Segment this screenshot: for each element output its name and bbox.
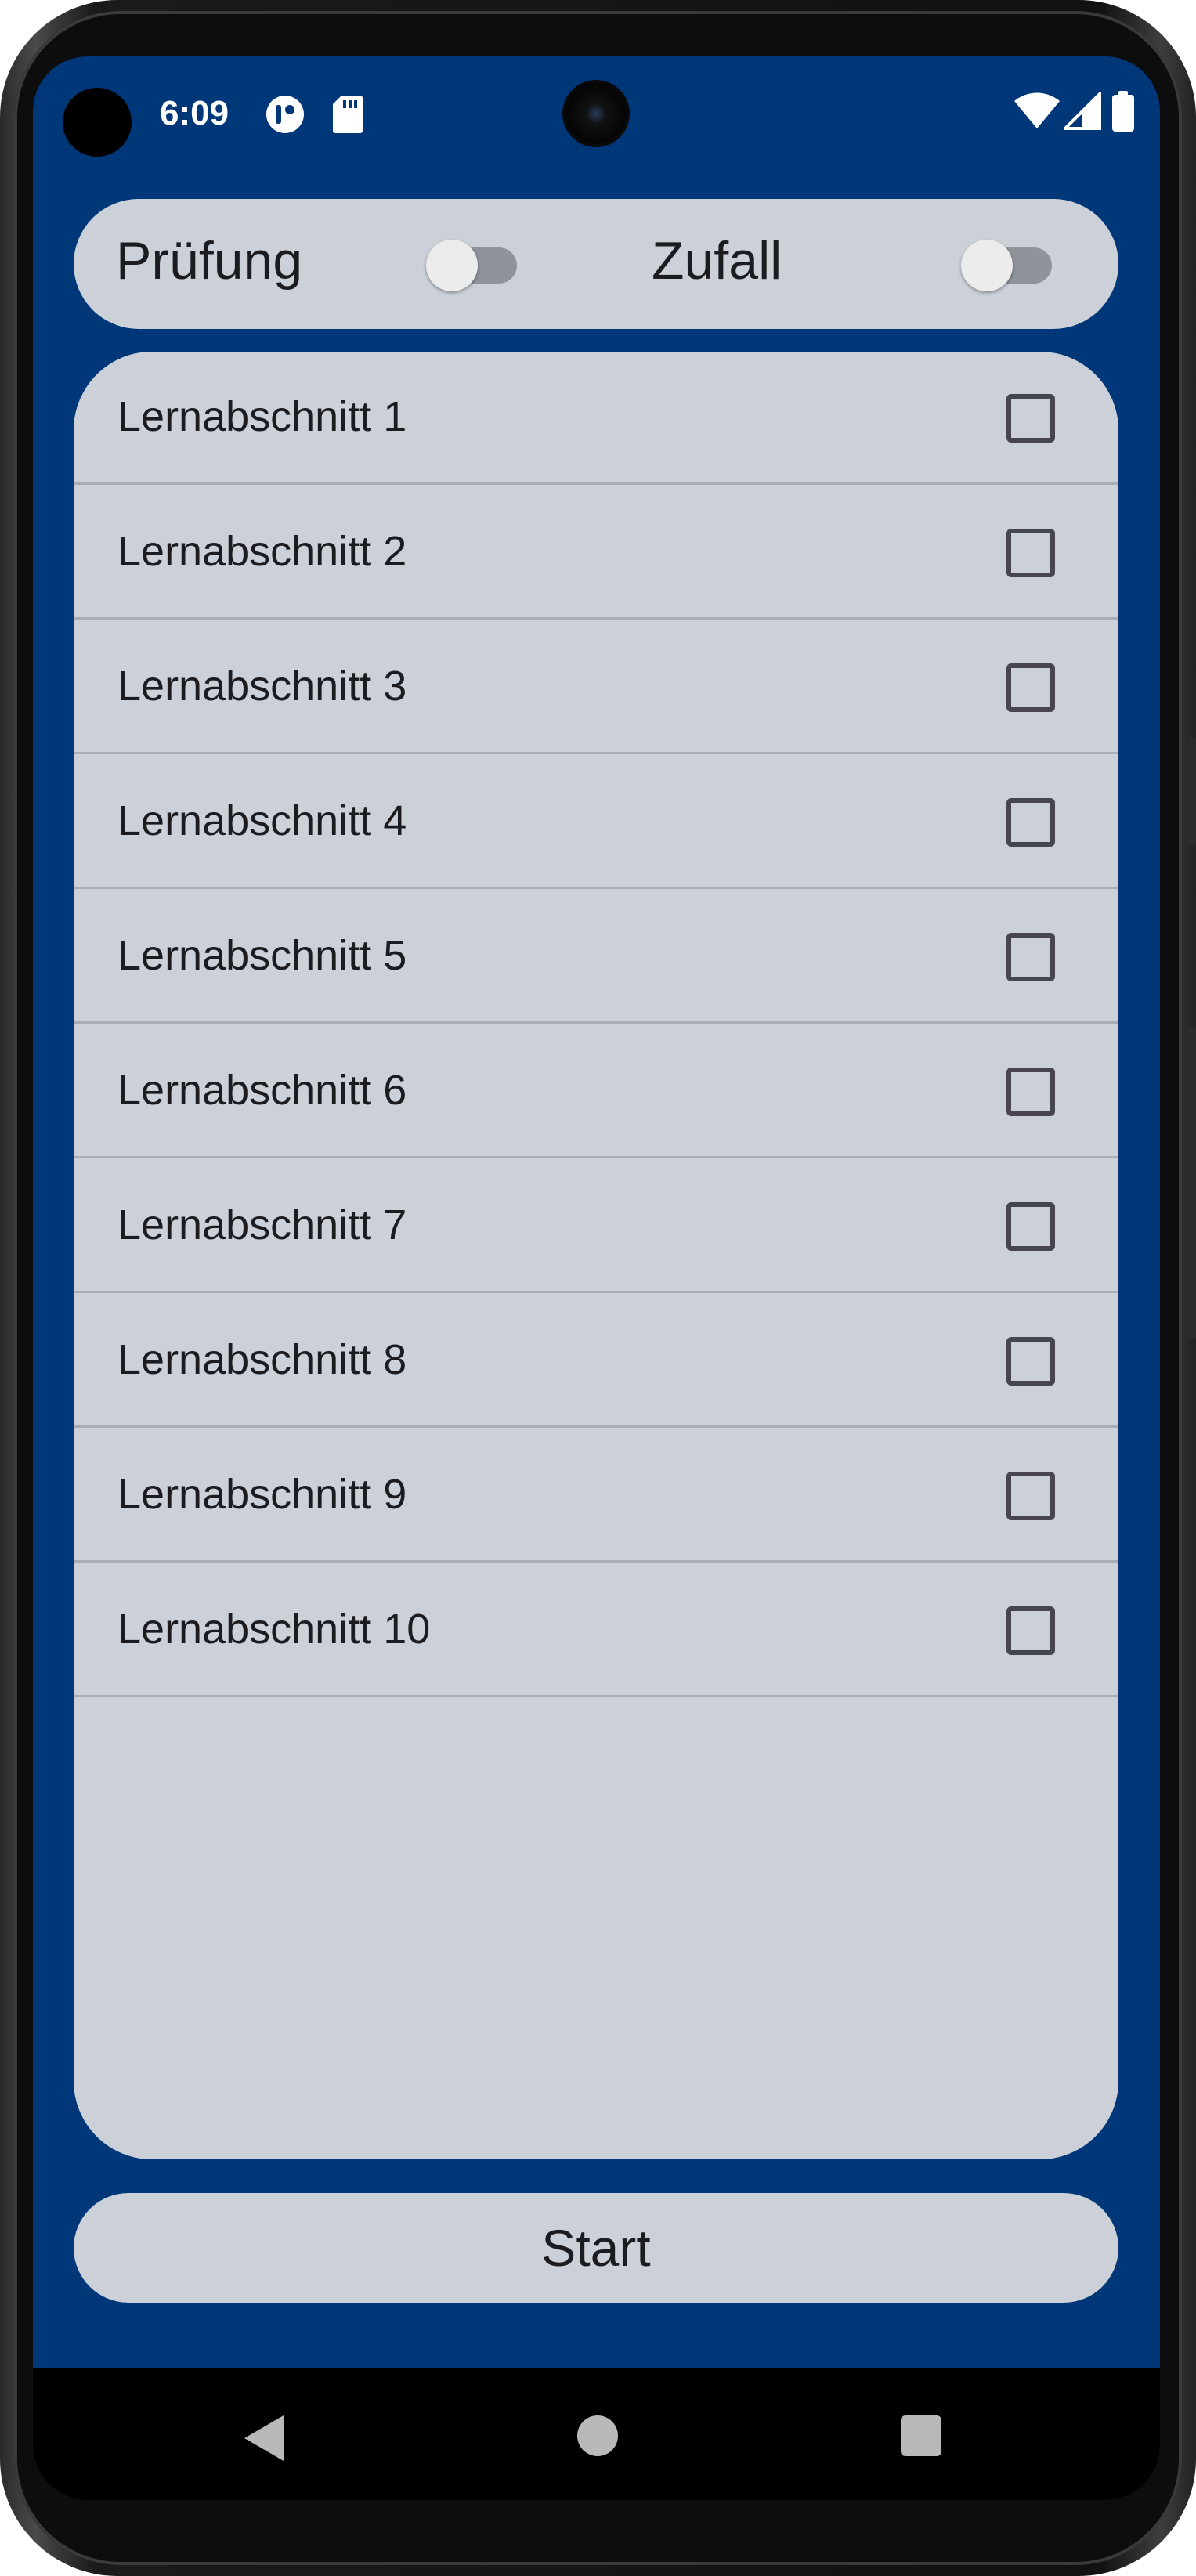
home-icon[interactable] [577,2415,618,2456]
section-label: Lernabschnitt 5 [117,932,407,979]
back-icon[interactable] [244,2415,284,2461]
list-item[interactable]: Lernabschnitt 6 [74,1025,1118,1158]
section-checkbox[interactable] [1006,1337,1055,1386]
front-camera [562,80,630,147]
phone-frame: 6:09 Prüfung Zufall Lernabschnitt 1 Lern… [0,0,1196,2576]
list-item[interactable]: Lernabschnitt 8 [74,1295,1118,1428]
status-time: 6:09 [160,94,229,132]
status-bar: 6:09 [33,56,1160,166]
section-label: Lernabschnitt 2 [117,528,407,575]
list-item[interactable]: Lernabschnitt 7 [74,1160,1118,1293]
section-label: Lernabschnitt 10 [117,1606,431,1653]
front-sensor-cutout [63,88,132,157]
section-checkbox[interactable] [1006,798,1055,847]
start-button-label: Start [541,2219,651,2277]
section-checkbox[interactable] [1006,1472,1055,1520]
section-label: Lernabschnitt 3 [117,663,407,710]
switch-thumb [426,240,478,291]
pruefung-switch[interactable] [426,240,519,291]
power-button [1188,1026,1196,1339]
section-checkbox[interactable] [1006,933,1055,981]
list-item[interactable]: Lernabschnitt 9 [74,1429,1118,1563]
list-item[interactable]: Lernabschnitt 5 [74,891,1118,1024]
section-label: Lernabschnitt 6 [117,1067,407,1114]
list-item[interactable]: Lernabschnitt 1 [74,352,1118,485]
mode-toggles-panel: Prüfung Zufall [74,199,1118,329]
list-item[interactable]: Lernabschnitt 3 [74,621,1118,754]
system-nav-bar [33,2368,1160,2500]
section-label: Lernabschnitt 4 [117,797,407,844]
zufall-label: Zufall [652,231,782,291]
section-checkbox[interactable] [1006,663,1055,712]
list-item[interactable]: Lernabschnitt 10 [74,1564,1118,1697]
sd-card-icon [332,94,363,139]
app-notification-icon [265,94,305,139]
section-label: Lernabschnitt 8 [117,1336,407,1383]
list-item[interactable]: Lernabschnitt 2 [74,486,1118,620]
section-checkbox[interactable] [1006,1202,1055,1251]
wifi-icon [1014,92,1061,134]
section-list[interactable]: Lernabschnitt 1 Lernabschnitt 2 Lernabsc… [74,352,1118,2159]
recent-apps-icon[interactable] [901,2415,941,2456]
volume-button [1188,736,1196,846]
section-label: Lernabschnitt 1 [117,393,407,440]
cellular-signal-icon [1061,90,1101,134]
section-checkbox[interactable] [1006,1606,1055,1655]
section-label: Lernabschnitt 7 [117,1201,407,1248]
switch-thumb [961,240,1013,291]
pruefung-label: Prüfung [116,231,303,291]
battery-icon [1112,91,1134,135]
zufall-switch[interactable] [961,240,1053,291]
section-label: Lernabschnitt 9 [117,1471,407,1518]
start-button[interactable]: Start [74,2193,1118,2303]
list-item[interactable]: Lernabschnitt 4 [74,756,1118,889]
section-checkbox[interactable] [1006,1068,1055,1116]
app-screen: 6:09 Prüfung Zufall Lernabschnitt 1 Lern… [33,56,1160,2500]
section-checkbox[interactable] [1006,394,1055,443]
section-checkbox[interactable] [1006,529,1055,577]
